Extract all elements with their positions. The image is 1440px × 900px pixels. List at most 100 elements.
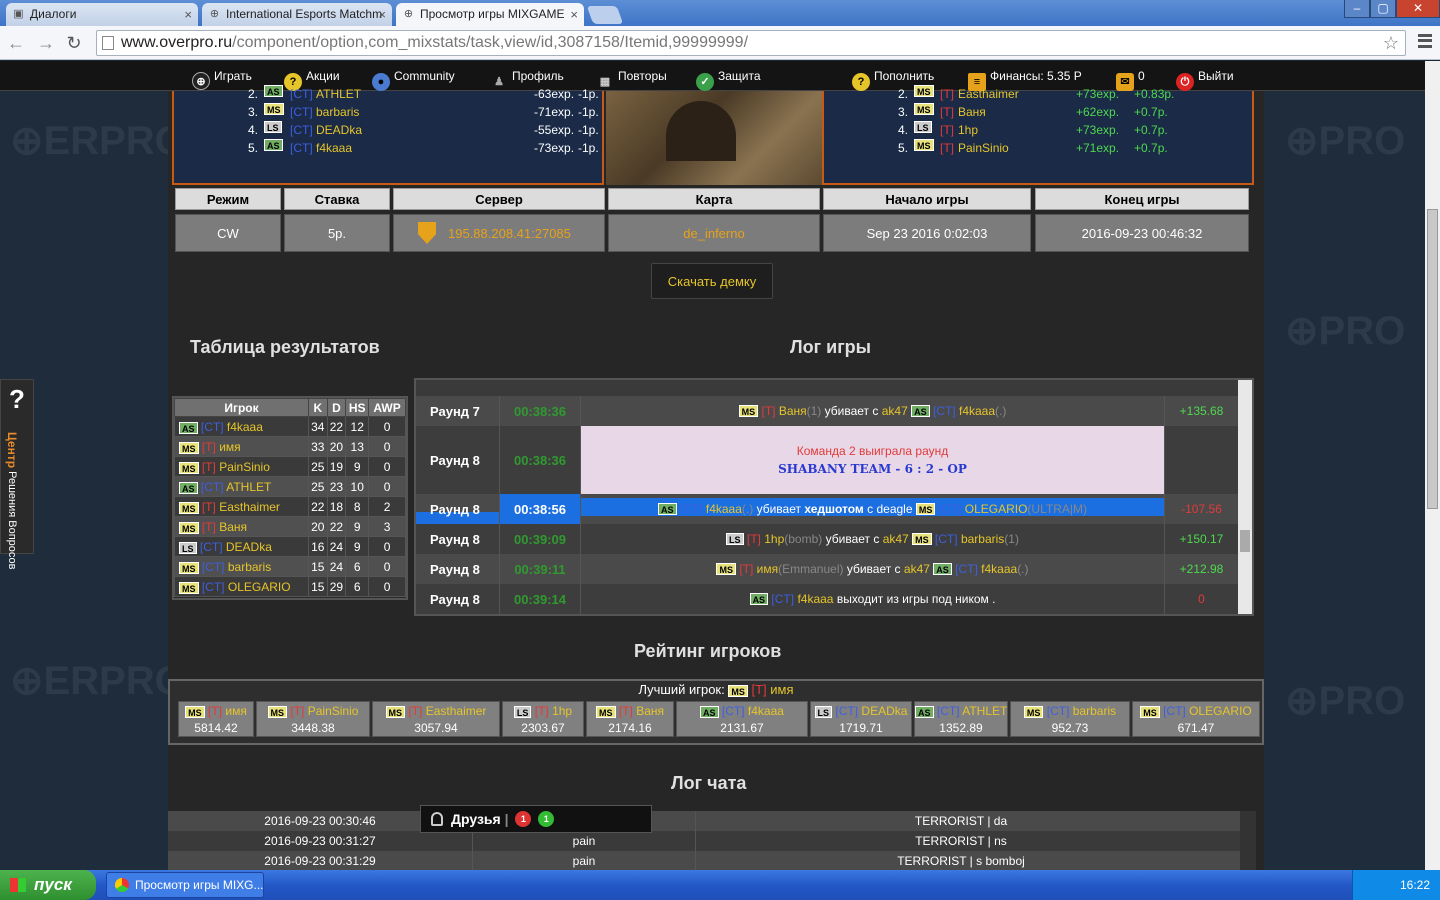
player-name[interactable]: Easthaimer xyxy=(219,500,280,514)
tab-dialogs[interactable]: ▣ Диалоги × xyxy=(6,3,198,26)
mode-value: CW xyxy=(175,214,281,252)
rating-player[interactable]: AS [CT] ATHLET 1352.89 xyxy=(914,701,1008,737)
rank-badge: MS xyxy=(915,503,936,515)
player-name[interactable]: DEADka xyxy=(226,540,272,554)
player-name[interactable]: ATHLET xyxy=(226,480,271,494)
reload-icon[interactable]: ↻ xyxy=(64,33,84,53)
rating-player[interactable]: MS [CT] barbaris 952.73 xyxy=(1010,701,1130,737)
map-value[interactable]: de_inferno xyxy=(608,214,820,252)
tab-mixgame[interactable]: ⊕ Просмотр игры MIXGAME × xyxy=(396,3,584,26)
rating-player[interactable]: AS [CT] f4kaaa 2131.67 xyxy=(676,701,808,737)
download-demo-button[interactable]: Скачать демку xyxy=(651,263,773,299)
rating-player[interactable]: MS [T] Ваня 2174.16 xyxy=(586,701,674,737)
tab-esports[interactable]: ⊕ International Esports Matchm × xyxy=(202,3,392,26)
log-row: Раунд 8 00:38:56 AS [CT] f4kaaa (.) убивает… xyxy=(416,494,1238,524)
table-row: AS [CT] ATHLET 25 23 10 0 xyxy=(174,476,406,497)
player-name[interactable]: имя xyxy=(757,562,778,576)
person-icon xyxy=(431,812,443,826)
player-name[interactable]: PainSinio xyxy=(219,460,270,474)
player-name[interactable]: 1hp xyxy=(958,121,978,139)
best-player-name[interactable]: имя xyxy=(770,682,793,697)
player-name[interactable]: ATHLET xyxy=(316,85,361,103)
tab-title: Просмотр игры MIXGAME xyxy=(420,7,565,21)
close-icon[interactable]: × xyxy=(184,3,192,26)
player-name[interactable]: f4kaaa xyxy=(227,420,263,434)
new-tab-button[interactable] xyxy=(586,6,624,24)
rank-badge: AS xyxy=(915,706,934,718)
player-name[interactable]: Ваня xyxy=(779,404,807,418)
rating-player[interactable]: MS [T] Easthaimer 3057.94 xyxy=(372,701,500,737)
server-value[interactable]: 195.88.208.41:27085 xyxy=(393,214,605,252)
rank-badge: MS xyxy=(179,501,199,514)
rank-badge: MS xyxy=(914,85,934,97)
friends-bar[interactable]: Друзья | 1 1 xyxy=(420,805,652,833)
page-viewport: ⊕ERPRO ⊕ERPRO ⊕PRO ⊕PRO ⊕PRO ⊕ Играть ? Ак… xyxy=(0,61,1440,870)
player-name[interactable]: f4kaaa xyxy=(959,404,995,418)
scroll-thumb[interactable] xyxy=(1427,209,1438,509)
forward-icon[interactable]: → xyxy=(36,33,56,53)
back-icon[interactable]: ← xyxy=(6,33,26,53)
rating-score: 3448.38 xyxy=(291,721,335,735)
start-button[interactable]: пуск xyxy=(0,870,96,900)
rating-player[interactable]: MS [CT] OLEGARIO 671.47 xyxy=(1132,701,1260,737)
taskbar-chrome-item[interactable]: Просмотр игры MIXG... xyxy=(106,872,264,898)
player-name[interactable]: Ваня xyxy=(958,103,986,121)
table-row: AS [CT] f4kaaa 34 22 12 0 xyxy=(174,416,406,437)
player-name[interactable]: barbaris xyxy=(316,103,359,121)
watermark-logo: ⊕ERPRO xyxy=(10,659,186,703)
star-icon[interactable]: ☆ xyxy=(1383,31,1399,55)
nav-protection[interactable]: ✓ Защита xyxy=(696,61,761,91)
watermark-logo: ⊕ERPRO xyxy=(10,119,186,163)
table-row: MS [T] PainSinio 25 19 9 0 xyxy=(174,456,406,477)
maximize-button[interactable]: ▢ xyxy=(1370,0,1396,18)
rank-badge: AS xyxy=(749,593,769,605)
close-icon[interactable]: × xyxy=(570,3,578,26)
rank-badge: MS xyxy=(179,461,199,474)
player-name[interactable]: OLEGARIO xyxy=(228,580,291,594)
team-player-row: 2. AS [CT] ATHLET -63exp. -1p. xyxy=(248,85,599,103)
rating-player[interactable]: LS [CT] DEADka 1719.71 xyxy=(810,701,912,737)
player-name[interactable]: f4kaaa xyxy=(706,502,742,516)
rank-badge: MS xyxy=(914,103,934,115)
rating-score: 952.73 xyxy=(1051,721,1089,735)
log-row: Раунд 8 00:39:11 MS [T] имя (Emmanuel) убив… xyxy=(416,554,1238,584)
rank-badge: AS xyxy=(264,85,283,97)
rank-badge: AS xyxy=(700,706,719,718)
menu-icon[interactable] xyxy=(1418,34,1432,48)
player-name[interactable]: 1hp xyxy=(764,532,784,546)
tab-title: Диалоги xyxy=(30,7,77,21)
close-window-button[interactable]: ✕ xyxy=(1396,0,1440,18)
player-name[interactable]: barbaris xyxy=(228,560,271,574)
help-center-tab[interactable]: ? Центр Решения Вопросов xyxy=(0,379,34,570)
player-name[interactable]: OLEGARIO xyxy=(965,502,1028,516)
rating-score: 671.47 xyxy=(1177,721,1215,735)
player-name[interactable]: Ваня xyxy=(219,520,247,534)
table-row: LS [CT] DEADka 16 24 9 0 xyxy=(174,536,406,557)
page-scrollbar[interactable] xyxy=(1425,61,1440,870)
table-row: MS [T] Ваня 20 22 9 3 xyxy=(174,516,406,537)
log-row: Раунд 8 00:38:36 Команда 2 выиграла раунд S… xyxy=(416,426,1238,494)
player-name[interactable]: имя xyxy=(219,440,240,454)
player-name[interactable]: f4kaaa xyxy=(316,139,352,157)
scroll-thumb[interactable] xyxy=(1240,530,1250,552)
player-name[interactable]: DEADka xyxy=(316,121,362,139)
nav-replays[interactable]: ▦ Повторы xyxy=(596,61,667,91)
close-icon[interactable]: × xyxy=(378,3,386,26)
rank-badge: MS xyxy=(385,706,406,718)
player-rating: Лучший игрок: MS [T] имя MS [T] имя 5814.… xyxy=(168,679,1264,745)
chat-icon: ▣ xyxy=(13,8,24,20)
page-icon xyxy=(102,36,114,50)
address-bar[interactable]: www.overpro.ru/component/option,com_mixs… xyxy=(96,30,1406,56)
rank-badge: AS xyxy=(179,481,198,494)
player-name[interactable]: barbaris xyxy=(961,532,1004,546)
player-name[interactable]: Easthaimer xyxy=(958,85,1019,103)
rating-player[interactable]: LS [T] 1hp 2303.67 xyxy=(502,701,584,737)
minimize-button[interactable]: – xyxy=(1344,0,1370,18)
rating-player[interactable]: MS [T] PainSinio 3448.38 xyxy=(256,701,370,737)
player-name[interactable]: f4kaaa xyxy=(981,562,1017,576)
player-name[interactable]: f4kaaa xyxy=(797,592,833,606)
rating-player[interactable]: MS [T] имя 5814.42 xyxy=(178,701,254,737)
player-name[interactable]: PainSinio xyxy=(958,139,1009,157)
rank-badge: MS xyxy=(596,706,616,718)
log-scrollbar[interactable] xyxy=(1238,380,1252,614)
